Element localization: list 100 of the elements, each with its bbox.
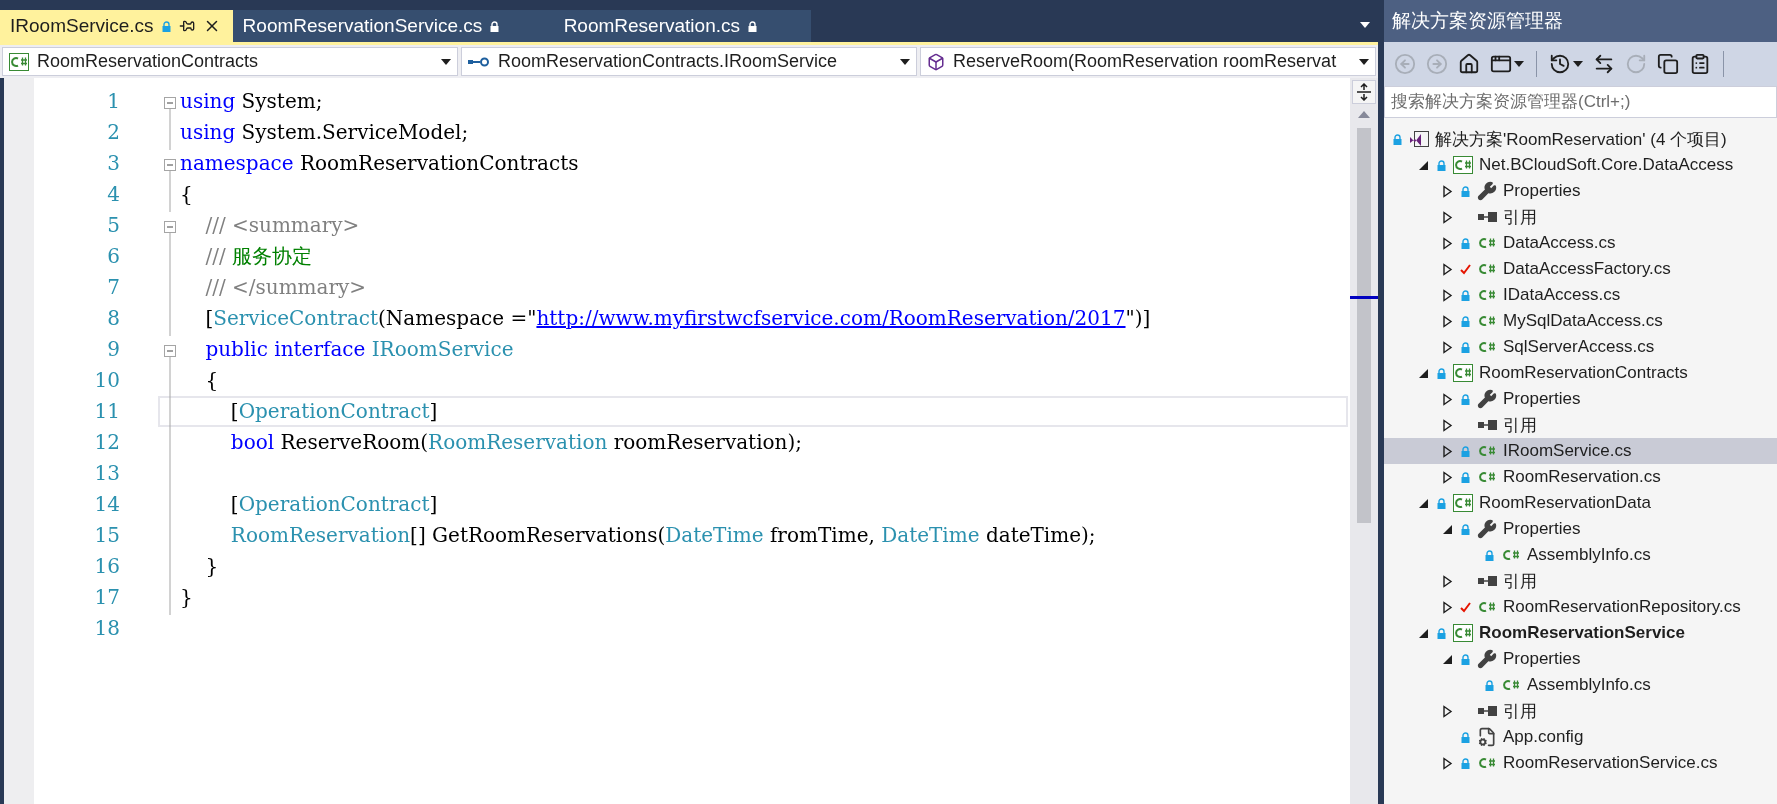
scrollbar-thumb[interactable] bbox=[1357, 128, 1371, 523]
tree-item[interactable]: Properties bbox=[1384, 386, 1777, 412]
dropdown-caret-icon[interactable] bbox=[900, 58, 910, 65]
tree-item[interactable]: RoomReservationContracts bbox=[1384, 360, 1777, 386]
collapsed-triangle-icon[interactable] bbox=[1442, 236, 1454, 250]
project-icon bbox=[1453, 624, 1473, 642]
collapsed-triangle-icon[interactable] bbox=[1442, 314, 1454, 328]
line-number: 11 bbox=[93, 398, 120, 425]
tree-item[interactable]: DataAccessFactory.cs bbox=[1384, 256, 1777, 282]
tree-item-label: RoomReservationData bbox=[1479, 493, 1651, 513]
line-number: 3 bbox=[106, 150, 120, 177]
references-icon bbox=[1476, 705, 1498, 717]
code-line: [ServiceContract(Namespace ="http://www.myfirstwcfservice.com/RoomReservation/2017")] bbox=[204, 305, 1151, 332]
line-number: 9 bbox=[106, 336, 120, 363]
line-number: 13 bbox=[93, 460, 120, 487]
code-line: [OperationContract] bbox=[229, 398, 438, 425]
tree-item-label: AssemblyInfo.cs bbox=[1527, 675, 1651, 695]
collapsed-triangle-icon[interactable] bbox=[1442, 418, 1454, 432]
collapsed-triangle-icon[interactable] bbox=[1442, 210, 1454, 224]
tree-item[interactable]: SqlServerAccess.cs bbox=[1384, 334, 1777, 360]
collapsed-triangle-icon[interactable] bbox=[1442, 392, 1454, 406]
tree-item[interactable]: DataAccess.cs bbox=[1384, 230, 1777, 256]
tree-item[interactable]: MySqlDataAccess.cs bbox=[1384, 308, 1777, 334]
code-line: public interface IRoomService bbox=[204, 336, 514, 363]
tree-item-label: DataAccess.cs bbox=[1503, 233, 1616, 253]
tree-item[interactable]: RoomReservationService bbox=[1384, 620, 1777, 646]
references-icon bbox=[1476, 211, 1498, 223]
scroll-up-icon[interactable] bbox=[1358, 110, 1370, 118]
tree-item[interactable]: IRoomService.cs bbox=[1384, 438, 1777, 464]
tree-item-label: App.config bbox=[1503, 727, 1584, 747]
tree-item[interactable]: RoomReservationRepository.cs bbox=[1384, 594, 1777, 620]
collapse-all-button[interactable] bbox=[1655, 51, 1681, 77]
collapsed-triangle-icon[interactable] bbox=[1442, 444, 1454, 458]
tree-item-label: RoomReservationService.cs bbox=[1503, 753, 1718, 773]
tree-item[interactable]: AssemblyInfo.cs bbox=[1384, 672, 1777, 698]
tree-item-label: 引用 bbox=[1503, 570, 1537, 593]
wrench-icon bbox=[1477, 389, 1497, 409]
navigation-dropdown[interactable]: RoomReservationContracts bbox=[2, 47, 458, 76]
tree-item[interactable]: 解决方案'RoomReservation' (4 个项目) bbox=[1384, 126, 1777, 152]
document-tab[interactable]: RoomReservation.cs bbox=[511, 10, 812, 42]
solution-icon bbox=[1408, 130, 1430, 148]
line-number: 6 bbox=[106, 243, 120, 270]
tree-item-label: RoomReservationContracts bbox=[1479, 363, 1688, 383]
project-icon bbox=[1453, 364, 1473, 382]
tree-item[interactable]: 引用 bbox=[1384, 412, 1777, 438]
collapsed-triangle-icon[interactable] bbox=[1442, 340, 1454, 354]
pin-icon[interactable] bbox=[178, 18, 195, 34]
line-number: 1 bbox=[106, 88, 120, 115]
tree-item[interactable]: 引用 bbox=[1384, 698, 1777, 724]
tree-item-label: Properties bbox=[1503, 389, 1581, 409]
tree-item[interactable]: App.config bbox=[1384, 724, 1777, 750]
tree-item[interactable]: 引用 bbox=[1384, 568, 1777, 594]
code-line: using System.ServiceModel; bbox=[180, 119, 469, 146]
tree-item[interactable]: RoomReservation.cs bbox=[1384, 464, 1777, 490]
tree-item[interactable]: 引用 bbox=[1384, 204, 1777, 230]
panel-title: 解决方案资源管理器 bbox=[1384, 0, 1777, 42]
dropdown-caret-icon[interactable] bbox=[1359, 58, 1369, 65]
navigation-dropdown[interactable]: ReserveRoom(RoomReservation roomReservat bbox=[920, 47, 1376, 76]
tree-item-label: 引用 bbox=[1503, 700, 1537, 723]
tree-item[interactable]: Properties bbox=[1384, 646, 1777, 672]
tree-item[interactable]: Net.BCloudSoft.Core.DataAccess bbox=[1384, 152, 1777, 178]
document-tab[interactable]: IRoomService.cs bbox=[0, 10, 233, 42]
line-number: 15 bbox=[93, 522, 120, 549]
collapsed-triangle-icon[interactable] bbox=[1442, 704, 1454, 718]
code-line: [OperationContract] bbox=[229, 491, 438, 518]
tree-item[interactable]: AssemblyInfo.cs bbox=[1384, 542, 1777, 568]
line-number: 5 bbox=[106, 212, 120, 239]
collapsed-triangle-icon[interactable] bbox=[1442, 288, 1454, 302]
dropdown-caret-icon[interactable] bbox=[1573, 61, 1583, 67]
document-tab[interactable]: RoomReservationService.cs bbox=[232, 10, 512, 42]
split-window-button[interactable] bbox=[1352, 80, 1376, 104]
tree-item-label: RoomReservationRepository.cs bbox=[1503, 597, 1741, 617]
search-field[interactable]: 搜索解决方案资源管理器(Ctrl+;) bbox=[1384, 86, 1777, 118]
tree-item-label: DataAccessFactory.cs bbox=[1503, 259, 1671, 279]
dropdown-caret-icon[interactable] bbox=[1514, 61, 1524, 67]
vertical-scrollbar[interactable] bbox=[1350, 78, 1378, 804]
collapsed-triangle-icon[interactable] bbox=[1442, 262, 1454, 276]
tree-item[interactable]: RoomReservationData bbox=[1384, 490, 1777, 516]
tree-item-label: Properties bbox=[1503, 519, 1581, 539]
dropdown-caret-icon[interactable] bbox=[441, 58, 451, 65]
tab-list-caret-icon[interactable] bbox=[1360, 22, 1370, 28]
code-line: /// 服务协定 bbox=[204, 243, 312, 270]
tree-item[interactable]: RoomReservationService.cs bbox=[1384, 750, 1777, 776]
line-number: 4 bbox=[106, 181, 120, 208]
collapsed-triangle-icon[interactable] bbox=[1442, 184, 1454, 198]
tree-item-label: Properties bbox=[1503, 649, 1581, 669]
tree-item[interactable]: Properties bbox=[1384, 516, 1777, 542]
project-icon bbox=[9, 52, 29, 71]
tree-item[interactable]: Properties bbox=[1384, 178, 1777, 204]
line-number: 14 bbox=[93, 491, 120, 518]
collapsed-triangle-icon[interactable] bbox=[1442, 470, 1454, 484]
tree-item-label: Net.BCloudSoft.Core.DataAccess bbox=[1479, 155, 1734, 175]
collapsed-triangle-icon[interactable] bbox=[1442, 574, 1454, 588]
wrench-icon bbox=[1477, 649, 1497, 669]
collapsed-triangle-icon[interactable] bbox=[1442, 600, 1454, 614]
navigation-dropdown[interactable]: RoomReservationContracts.IRoomService bbox=[461, 47, 917, 76]
tree-item[interactable]: IDataAccess.cs bbox=[1384, 282, 1777, 308]
split-icon bbox=[1356, 83, 1372, 101]
config-file-icon bbox=[1477, 727, 1497, 747]
collapsed-triangle-icon[interactable] bbox=[1442, 756, 1454, 770]
